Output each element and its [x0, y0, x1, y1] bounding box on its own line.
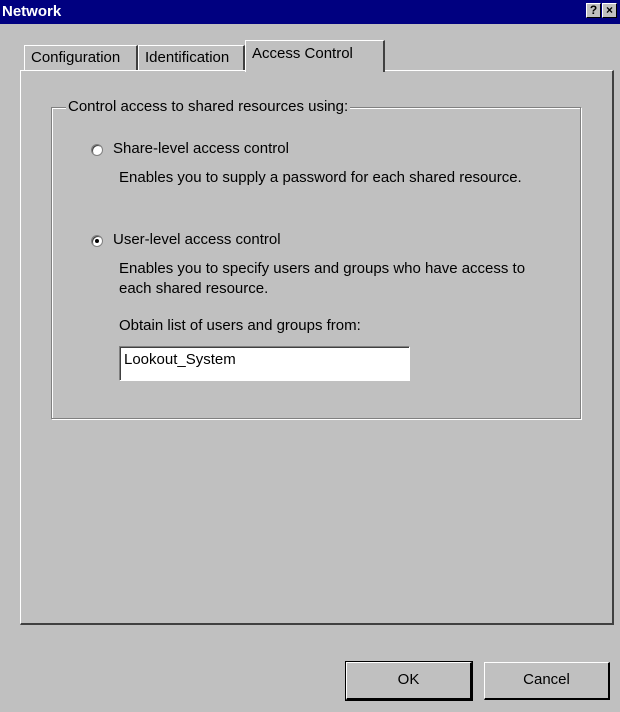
users-source-field[interactable]: Lookout_System — [119, 346, 410, 381]
access-group-box: Control access to shared resources using… — [51, 98, 581, 419]
user-level-description: Enables you to specify users and groups … — [119, 260, 526, 297]
tab-access-control[interactable]: Access Control — [245, 40, 385, 72]
cancel-label: Cancel — [523, 671, 570, 688]
tab-label: Configuration — [31, 49, 121, 66]
question-mark-icon: ? — [589, 3, 598, 17]
user-level-radio[interactable] — [91, 235, 103, 247]
tab-label: Access Control — [252, 45, 353, 62]
window-title: Network — [2, 3, 62, 20]
share-level-label[interactable]: Share-level access control — [113, 140, 289, 157]
network-dialog: Network ? × Configuration Identification… — [0, 0, 620, 712]
help-button[interactable]: ? — [586, 3, 601, 18]
tab-identification[interactable]: Identification — [138, 45, 245, 70]
user-level-label[interactable]: User-level access control — [113, 231, 281, 248]
share-level-description: Enables you to supply a password for eac… — [119, 169, 522, 186]
close-icon: × — [605, 3, 613, 17]
obtain-list-label: Obtain list of users and groups from: — [119, 317, 361, 334]
radio-selected-dot — [95, 239, 99, 243]
close-button[interactable]: × — [602, 3, 617, 18]
tab-configuration[interactable]: Configuration — [24, 45, 138, 70]
ok-label: OK — [397, 671, 420, 688]
cancel-button[interactable]: Cancel — [484, 662, 610, 700]
ok-button[interactable]: OK — [345, 661, 473, 701]
access-control-panel: Control access to shared resources using… — [20, 70, 614, 625]
tab-label: Identification — [145, 49, 230, 66]
title-bar[interactable]: Network ? × — [0, 0, 620, 24]
group-label: Control access to shared resources using… — [66, 98, 351, 115]
share-level-radio[interactable] — [91, 144, 103, 156]
